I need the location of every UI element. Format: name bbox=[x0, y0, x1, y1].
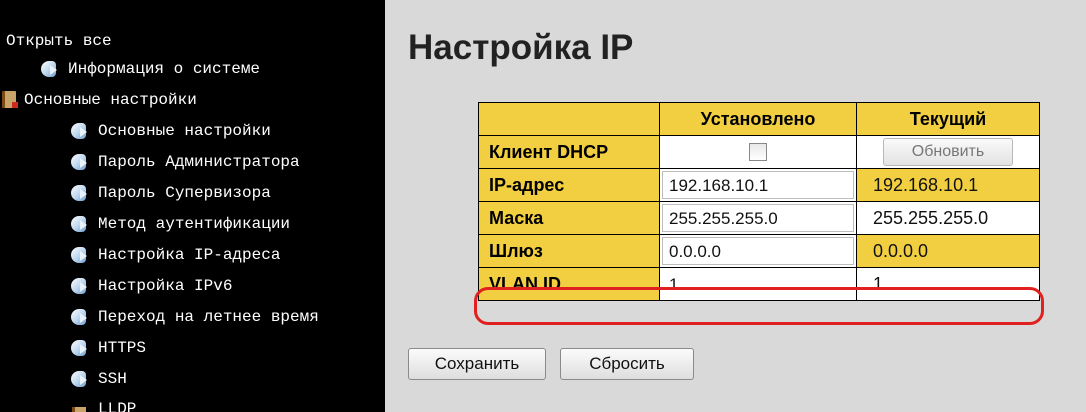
sidebar-item-label: SSH bbox=[98, 370, 127, 388]
gateway-current-value: 0.0.0.0 bbox=[873, 240, 929, 261]
table-row-gateway: Шлюз 0.0.0.0 0.0.0.0 bbox=[478, 234, 1040, 268]
gateway-set-cell: 0.0.0.0 bbox=[659, 234, 857, 268]
page-icon bbox=[70, 245, 90, 265]
sidebar-item-label: Настройка IP-адреса bbox=[98, 246, 281, 264]
gateway-input[interactable]: 0.0.0.0 bbox=[662, 237, 854, 265]
sidebar-item-admin-password[interactable]: Пароль Администратора bbox=[70, 151, 300, 173]
mask-set-cell: 255.255.255.0 bbox=[659, 201, 857, 235]
sidebar-item-label: Информация о системе bbox=[68, 60, 261, 78]
table-header-empty bbox=[478, 102, 660, 136]
row-label-vlan-id: VLAN ID bbox=[478, 267, 660, 301]
page-icon bbox=[70, 121, 90, 141]
page-icon bbox=[70, 183, 90, 203]
update-button[interactable]: Обновить bbox=[883, 138, 1013, 166]
sidebar-item-https[interactable]: HTTPS bbox=[70, 337, 146, 359]
sidebar-item-basic-settings[interactable]: Основные настройки bbox=[70, 120, 271, 142]
vlan-id-current-cell: 1 bbox=[856, 267, 1040, 301]
sidebar-item-label: Настройка IPv6 bbox=[98, 277, 233, 295]
page-icon bbox=[70, 338, 90, 358]
page-icon bbox=[40, 59, 60, 79]
dhcp-client-checkbox[interactable] bbox=[749, 143, 767, 161]
navigation-sidebar: Открыть все Информация о системе Основны… bbox=[0, 0, 385, 412]
page-icon bbox=[70, 307, 90, 327]
page-icon bbox=[70, 369, 90, 389]
sidebar-folder-lldp[interactable]: LLDP bbox=[70, 398, 136, 412]
reset-button[interactable]: Сбросить bbox=[560, 348, 694, 380]
sidebar-item-label: Основные настройки bbox=[98, 122, 271, 140]
book-icon bbox=[0, 90, 20, 110]
sidebar-item-ip-settings[interactable]: Настройка IP-адреса bbox=[70, 244, 280, 266]
sidebar-item-label: Пароль Администратора bbox=[98, 153, 300, 171]
sidebar-item-auth-method[interactable]: Метод аутентификации bbox=[70, 213, 290, 235]
sidebar-folder-basic-settings[interactable]: Основные настройки bbox=[0, 89, 197, 111]
page-icon bbox=[70, 214, 90, 234]
table-row-ip-address: IP-адрес 192.168.10.1 192.168.10.1 bbox=[478, 168, 1040, 202]
subnet-mask-current-value: 255.255.255.0 bbox=[873, 207, 989, 228]
table-header-current: Текущий bbox=[856, 102, 1040, 136]
dhcp-current-cell: Обновить bbox=[856, 135, 1040, 169]
page-icon bbox=[70, 152, 90, 172]
vlan-id-current-value: 1 bbox=[873, 273, 884, 294]
vlan-id-set-cell: 1 bbox=[659, 267, 857, 301]
sidebar-item-system-info[interactable]: Информация о системе bbox=[40, 58, 260, 80]
sidebar-item-label: Основные настройки bbox=[24, 91, 197, 109]
book-icon bbox=[70, 399, 90, 412]
table-header-row: Установлено Текущий bbox=[478, 102, 1040, 136]
table-header-configured: Установлено bbox=[659, 102, 857, 136]
sidebar-item-label: HTTPS bbox=[98, 339, 147, 357]
page-icon bbox=[70, 276, 90, 296]
sidebar-item-supervisor-password[interactable]: Пароль Супервизора bbox=[70, 182, 271, 204]
sidebar-item-label: Пароль Супервизора bbox=[98, 184, 271, 202]
table-row-mask: Маска 255.255.255.0 255.255.255.0 bbox=[478, 201, 1040, 235]
dhcp-set-cell bbox=[659, 135, 857, 169]
ip-address-input[interactable]: 192.168.10.1 bbox=[662, 171, 854, 199]
row-label-ip-address: IP-адрес bbox=[478, 168, 660, 202]
gateway-current-cell: 0.0.0.0 bbox=[856, 234, 1040, 268]
page-title: Настройка IP bbox=[408, 28, 634, 67]
ip-address-current-value: 192.168.10.1 bbox=[873, 174, 979, 195]
sidebar-item-daylight-saving[interactable]: Переход на летнее время bbox=[70, 306, 319, 328]
ip-address-current-cell: 192.168.10.1 bbox=[856, 168, 1040, 202]
table-row-dhcp: Клиент DHCP Обновить bbox=[478, 135, 1040, 169]
sidebar-item-ipv6-settings[interactable]: Настройка IPv6 bbox=[70, 275, 232, 297]
row-label-mask: Маска bbox=[478, 201, 660, 235]
vlan-id-input[interactable]: 1 bbox=[662, 270, 854, 298]
save-button[interactable]: Сохранить bbox=[408, 348, 546, 380]
sidebar-item-label: LLDP bbox=[98, 400, 137, 412]
table-row-vlan-id: VLAN ID 1 1 bbox=[478, 267, 1040, 301]
open-all-link[interactable]: Открыть все bbox=[6, 32, 112, 50]
mask-current-cell: 255.255.255.0 bbox=[856, 201, 1040, 235]
row-label-gateway: Шлюз bbox=[478, 234, 660, 268]
subnet-mask-input[interactable]: 255.255.255.0 bbox=[662, 204, 854, 232]
sidebar-item-label: Переход на летнее время bbox=[98, 308, 319, 326]
sidebar-item-label: Метод аутентификации bbox=[98, 215, 291, 233]
ip-address-set-cell: 192.168.10.1 bbox=[659, 168, 857, 202]
ip-settings-table: Установлено Текущий Клиент DHCP Обновить… bbox=[478, 102, 1040, 301]
row-label-dhcp: Клиент DHCP bbox=[478, 135, 660, 169]
sidebar-item-ssh[interactable]: SSH bbox=[70, 368, 127, 390]
